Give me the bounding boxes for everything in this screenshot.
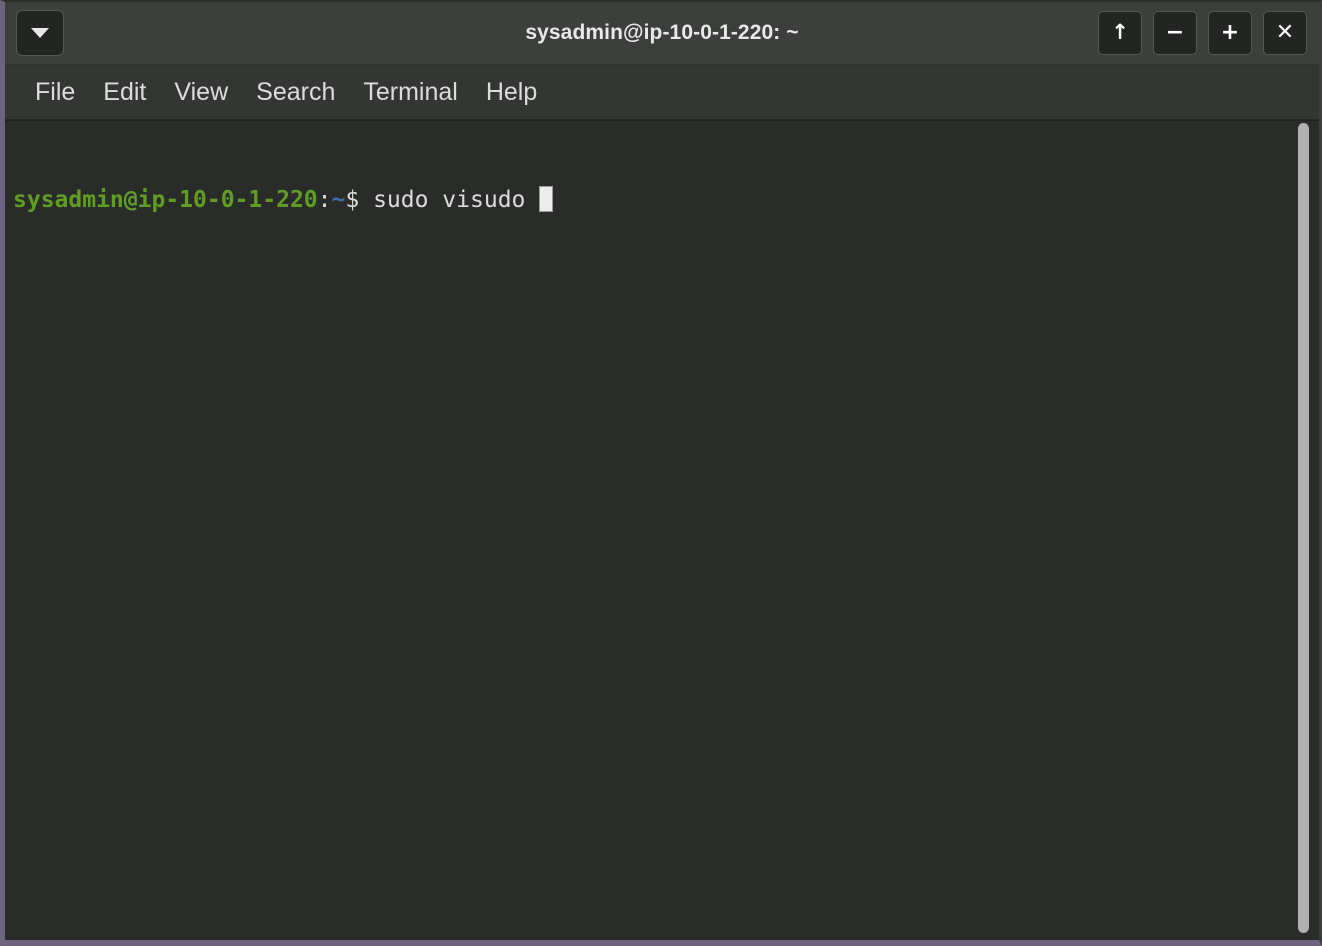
menu-item-edit[interactable]: Edit [89,76,160,109]
maximize-button[interactable]: + [1208,11,1252,55]
minimize-button[interactable]: − [1153,11,1197,55]
terminal-window: sysadmin@ip-10-0-1-220: ~ ↑ − + ✕ File E… [0,0,1322,946]
prompt-path: ~ [331,187,346,213]
menu-item-terminal[interactable]: Terminal [349,76,471,109]
close-button[interactable]: ✕ [1263,11,1307,55]
menu-item-help[interactable]: Help [472,76,551,109]
window-menu-button[interactable] [16,10,64,56]
menubar: File Edit View Search Terminal Help [5,65,1319,120]
prompt-sigil: $ [345,187,360,213]
scrollbar-thumb[interactable] [1298,123,1309,933]
shade-button[interactable]: ↑ [1098,11,1142,55]
close-icon: ✕ [1275,20,1295,45]
arrow-up-icon: ↑ [1111,19,1129,44]
prompt-user-host: sysadmin@ip-10-0-1-220 [13,187,318,213]
terminal-output[interactable]: sysadmin@ip-10-0-1-220:~$ sudo visudo [5,121,1319,940]
prompt-colon: : [317,187,332,213]
minus-icon: − [1165,20,1185,45]
window-controls: ↑ − + ✕ [1098,11,1307,55]
chevron-down-icon [31,28,49,38]
terminal-scrollbar[interactable] [1295,121,1311,940]
terminal-cursor [539,186,554,212]
window-titlebar[interactable]: sysadmin@ip-10-0-1-220: ~ ↑ − + ✕ [5,2,1319,65]
menu-item-search[interactable]: Search [242,76,349,109]
menu-item-view[interactable]: View [160,76,242,109]
terminal-area[interactable]: sysadmin@ip-10-0-1-220:~$ sudo visudo [5,120,1319,940]
terminal-command: sudo visudo [359,187,540,213]
terminal-prompt-line: sysadmin@ip-10-0-1-220:~$ sudo visudo [13,186,1319,214]
menu-item-file[interactable]: File [21,76,89,109]
plus-icon: + [1220,20,1240,45]
